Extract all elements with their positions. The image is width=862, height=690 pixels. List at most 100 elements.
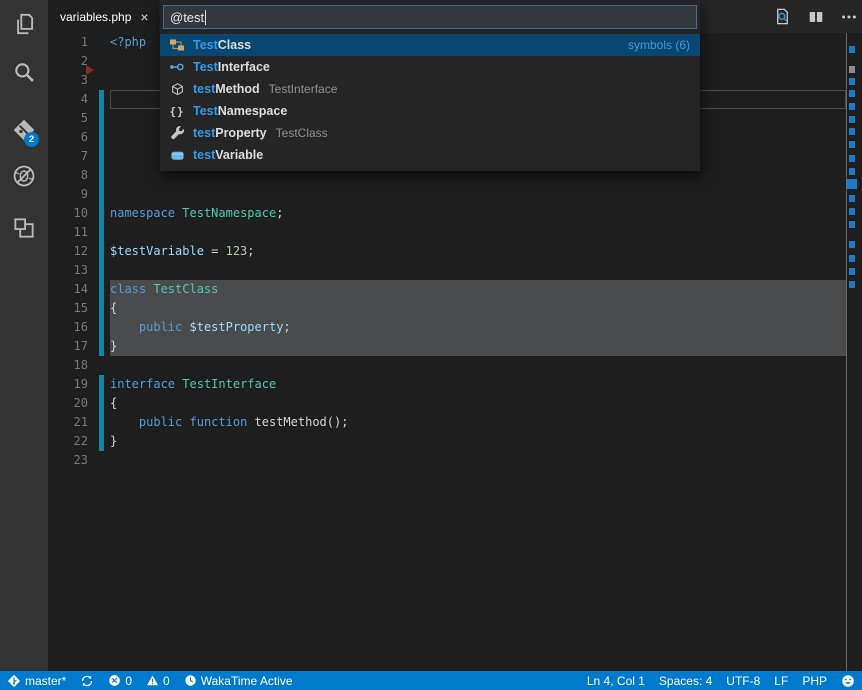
error-icon — [108, 674, 121, 687]
line-number: 23 — [48, 451, 88, 470]
status-label: master* — [25, 674, 66, 688]
line-number: 8 — [48, 166, 88, 185]
status-cursor-position[interactable]: Ln 4, Col 1 — [580, 671, 652, 690]
status-language-mode[interactable]: PHP — [795, 671, 834, 690]
code-line-15[interactable]: 15 { — [48, 299, 862, 318]
line-text: } — [110, 432, 117, 451]
status-git-branch[interactable]: master* — [0, 671, 73, 690]
code-line-23[interactable]: 23 — [48, 451, 862, 470]
line-number: 9 — [48, 185, 88, 204]
status-indentation[interactable]: Spaces: 4 — [652, 671, 719, 690]
line-number: 19 — [48, 375, 88, 394]
tab-variables-php[interactable]: variables.php × — [48, 0, 159, 33]
code-line-16[interactable]: 16 public $testProperty; — [48, 318, 862, 337]
code-line-13[interactable]: 13 — [48, 261, 862, 280]
text-cursor — [205, 10, 206, 25]
code-line-9[interactable]: 9 — [48, 185, 862, 204]
code-line-18[interactable]: 18 — [48, 356, 862, 375]
status-label: LF — [774, 674, 788, 688]
line-number: 11 — [48, 223, 88, 242]
line-text: class TestClass — [110, 280, 218, 299]
status-bar-left: master* 00 WakaTime Active — [0, 671, 300, 690]
git-modified-bar — [99, 185, 104, 204]
status-label: UTF-8 — [726, 674, 760, 688]
line-number: 15 — [48, 299, 88, 318]
code-line-22[interactable]: 22} — [48, 432, 862, 451]
code-line-12[interactable]: 12$testVariable = 123; — [48, 242, 862, 261]
search-file-icon[interactable] — [773, 7, 792, 26]
status-encoding[interactable]: UTF-8 — [719, 671, 767, 690]
tab-label: variables.php — [60, 10, 131, 24]
symbol-result-TestNamespace[interactable]: {}TestNamespace — [160, 100, 700, 122]
line-number: 10 — [48, 204, 88, 223]
symbol-name: testMethod — [193, 82, 260, 96]
symbol-result-testMethod[interactable]: testMethod TestInterface — [160, 78, 700, 100]
search-icon — [11, 59, 37, 85]
code-line-10[interactable]: 10namespace TestNamespace; — [48, 204, 862, 223]
line-text: $testVariable = 123; — [110, 242, 255, 261]
status-feedback[interactable] — [834, 671, 862, 690]
activity-item-debug[interactable] — [0, 152, 48, 200]
split-editor-icon[interactable] — [807, 8, 825, 26]
quickopen-query-text: @test — [170, 10, 204, 25]
code-line-11[interactable]: 11 — [48, 223, 862, 242]
quickopen-input[interactable]: @test — [163, 5, 697, 29]
status-wakatime[interactable]: WakaTime Active — [177, 671, 300, 690]
symbol-name: TestInterface — [193, 60, 270, 74]
git-modified-bar — [99, 413, 104, 432]
variable-icon — [169, 147, 185, 163]
result-group-badge: symbols (6) — [628, 38, 690, 52]
status-label: Spaces: 4 — [659, 674, 712, 688]
git-modified-bar — [99, 375, 104, 394]
git-modified-bar — [99, 337, 104, 356]
status-label: 0 — [125, 674, 132, 688]
git-modified-bar — [99, 261, 104, 280]
activity-item-extensions[interactable] — [0, 204, 48, 252]
status-label: Ln 4, Col 1 — [587, 674, 645, 688]
line-number: 7 — [48, 147, 88, 166]
status-label: PHP — [802, 674, 827, 688]
files-icon — [11, 11, 37, 37]
git-modified-bar — [99, 128, 104, 147]
status-warnings[interactable]: 0 — [139, 671, 177, 690]
activity-item-source-control[interactable]: 2 — [0, 106, 48, 154]
status-label: WakaTime Active — [201, 674, 293, 688]
git-modified-bar — [99, 166, 104, 185]
symbol-result-TestClass[interactable]: TestClasssymbols (6) — [160, 34, 700, 56]
line-number: 21 — [48, 413, 88, 432]
symbol-result-testProperty[interactable]: testPropertyTestClass — [160, 122, 700, 144]
code-line-17[interactable]: 17} — [48, 337, 862, 356]
symbol-result-testVariable[interactable]: testVariable — [160, 144, 700, 166]
git-modified-bar — [99, 223, 104, 242]
git-modified-bar — [99, 90, 104, 109]
code-line-19[interactable]: 19interface TestInterface — [48, 375, 862, 394]
line-text: } — [110, 337, 117, 356]
activity-item-explorer[interactable] — [0, 0, 48, 48]
code-line-20[interactable]: 20{ — [48, 394, 862, 413]
warning-icon — [146, 674, 159, 687]
line-number: 14 — [48, 280, 88, 299]
quick-open-widget: @test TestClasssymbols (6)TestInterfacet… — [160, 0, 700, 171]
line-text: public function testMethod(); — [110, 413, 348, 432]
activity-bar: 2 — [0, 0, 48, 671]
status-sync[interactable] — [73, 671, 101, 690]
symbol-name: TestNamespace — [193, 104, 287, 118]
status-eol[interactable]: LF — [767, 671, 795, 690]
status-bar-right: Ln 4, Col 1 Spaces: 4 UTF-8 LF PHP — [580, 671, 862, 690]
line-text: { — [110, 299, 117, 318]
activity-item-search[interactable] — [0, 48, 48, 96]
close-icon[interactable]: × — [140, 10, 148, 24]
symbol-description: TestInterface — [269, 82, 338, 96]
code-line-14[interactable]: 14 class TestClass — [48, 280, 862, 299]
git-modified-bar — [99, 147, 104, 166]
status-errors[interactable]: 0 — [101, 671, 139, 690]
line-number: 16 — [48, 318, 88, 337]
line-number: 2 — [48, 52, 88, 71]
git-modified-bar — [99, 204, 104, 223]
symbol-name: testVariable — [193, 148, 263, 162]
ellipsis-icon[interactable] — [840, 8, 858, 26]
git-modified-bar — [99, 242, 104, 261]
line-number: 20 — [48, 394, 88, 413]
code-line-21[interactable]: 21 public function testMethod(); — [48, 413, 862, 432]
symbol-result-TestInterface[interactable]: TestInterface — [160, 56, 700, 78]
